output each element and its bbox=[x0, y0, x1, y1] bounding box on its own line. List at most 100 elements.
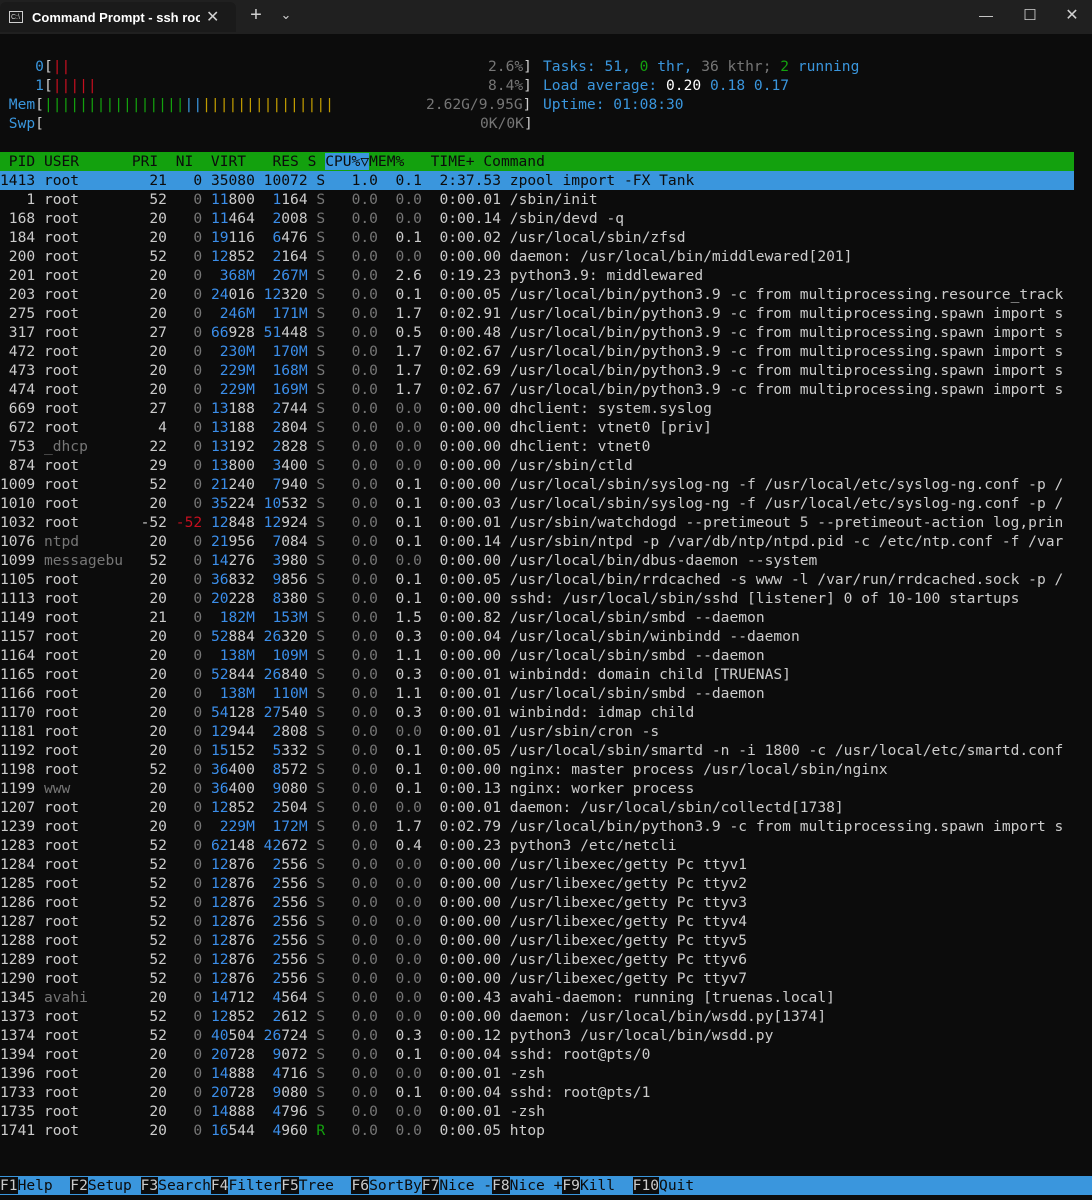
fkey-label[interactable]: Nice - bbox=[439, 1177, 492, 1194]
process-row[interactable]: 275 root 20 0 246M 171M S 0.0 1.7 0:02.9… bbox=[0, 304, 1064, 323]
process-row[interactable]: 1283 root 52 0 62148 42672 S 0.0 0.4 0:0… bbox=[0, 836, 677, 855]
process-row[interactable]: 1207 root 20 0 12852 2504 S 0.0 0.0 0:00… bbox=[0, 798, 844, 817]
process-row[interactable]: 1032 root -52 -52 12848 12924 S 0.0 0.1 … bbox=[0, 513, 1063, 532]
process-row[interactable]: 1396 root 20 0 14888 4716 S 0.0 0.0 0:00… bbox=[0, 1064, 545, 1083]
process-row[interactable]: 1165 root 20 0 52844 26840 S 0.0 0.3 0:0… bbox=[0, 665, 791, 684]
process-row[interactable]: 1413 root 21 0 35080 10072 S 1.0 0.1 2:3… bbox=[0, 171, 1074, 190]
new-tab-button[interactable]: + bbox=[244, 0, 268, 30]
terminal-tab[interactable]: C:\ Command Prompt - ssh root@ ✕ bbox=[0, 2, 236, 32]
process-row[interactable]: 200 root 52 0 12852 2164 S 0.0 0.0 0:00.… bbox=[0, 247, 853, 266]
mem-size-value: 13800 bbox=[210, 457, 255, 474]
minimize-button[interactable]: — bbox=[966, 0, 1006, 30]
process-nice: 0 bbox=[175, 362, 203, 379]
maximize-button[interactable]: ☐ bbox=[1010, 0, 1050, 30]
mem-size-value: 246M bbox=[219, 305, 255, 322]
col-pid[interactable] bbox=[0, 153, 9, 170]
col-command[interactable]: Command bbox=[483, 153, 545, 170]
process-row[interactable]: 753 _dhcp 22 0 13192 2828 S 0.0 0.0 0:00… bbox=[0, 437, 651, 456]
process-row[interactable]: 1076 ntpd 20 0 21956 7084 S 0.0 0.1 0:00… bbox=[0, 532, 1063, 551]
process-row[interactable]: 1290 root 52 0 12876 2556 S 0.0 0.0 0:00… bbox=[0, 969, 747, 988]
fkey-f2[interactable]: F2 bbox=[70, 1177, 88, 1194]
process-pid: 1413 bbox=[0, 172, 36, 189]
process-row[interactable]: 1374 root 52 0 40504 26724 S 0.0 0.3 0:0… bbox=[0, 1026, 773, 1045]
process-row[interactable]: 472 root 20 0 230M 170M S 0.0 1.7 0:02.6… bbox=[0, 342, 1064, 361]
process-row[interactable]: 1394 root 20 0 20728 9072 S 0.0 0.1 0:00… bbox=[0, 1045, 650, 1064]
process-row[interactable]: 1239 root 20 0 229M 172M S 0.0 1.7 0:02.… bbox=[0, 817, 1063, 836]
col-ni[interactable]: NI bbox=[176, 153, 194, 170]
process-row[interactable]: 1198 root 52 0 36400 8572 S 0.0 0.1 0:00… bbox=[0, 760, 888, 779]
fkey-f3[interactable]: F3 bbox=[140, 1177, 159, 1194]
fkey-f9[interactable]: F9 bbox=[562, 1177, 580, 1194]
process-row[interactable]: 1099 messagebu 52 0 14276 3980 S 0.0 0.0… bbox=[0, 551, 817, 570]
process-row[interactable]: 317 root 27 0 66928 51448 S 0.0 0.5 0:00… bbox=[0, 323, 1064, 342]
process-row[interactable]: 1157 root 20 0 52884 26320 S 0.0 0.3 0:0… bbox=[0, 627, 800, 646]
fkey-label[interactable]: Kill bbox=[580, 1177, 633, 1194]
col-cpu-sorted[interactable]: CPU%▽ bbox=[325, 153, 370, 170]
fkey-label[interactable]: Tree bbox=[299, 1177, 352, 1194]
process-row[interactable]: 1735 root 20 0 14888 4796 S 0.0 0.0 0:00… bbox=[0, 1102, 545, 1121]
fkey-f10[interactable]: F10 bbox=[632, 1177, 660, 1194]
fkey-f1[interactable]: F1 bbox=[0, 1177, 18, 1194]
col-pid-label[interactable]: PID bbox=[9, 153, 35, 170]
process-row[interactable]: 669 root 27 0 13188 2744 S 0.0 0.0 0:00.… bbox=[0, 399, 712, 418]
fkey-label[interactable]: Setup bbox=[88, 1177, 141, 1194]
fkey-label[interactable]: SortBy bbox=[369, 1177, 422, 1194]
process-nice: 0 bbox=[175, 647, 203, 664]
process-priority: 29 bbox=[131, 457, 167, 474]
col-res[interactable]: RES bbox=[272, 153, 298, 170]
process-row[interactable]: 1741 root 20 0 16544 4960 R 0.0 0.0 0:00… bbox=[0, 1121, 545, 1140]
fkey-f5[interactable]: F5 bbox=[281, 1177, 299, 1194]
process-cpu: 0.0 bbox=[334, 951, 378, 968]
process-row[interactable]: 1287 root 52 0 12876 2556 S 0.0 0.0 0:00… bbox=[0, 912, 747, 931]
mem-size-value: 9856 bbox=[272, 571, 308, 588]
process-row[interactable]: 474 root 20 0 229M 169M S 0.0 1.7 0:02.6… bbox=[0, 380, 1064, 399]
process-row[interactable]: 1170 root 20 0 54128 27540 S 0.0 0.3 0:0… bbox=[0, 703, 694, 722]
process-row[interactable]: 473 root 20 0 229M 168M S 0.0 1.7 0:02.6… bbox=[0, 361, 1064, 380]
close-window-button[interactable]: ✕ bbox=[1052, 0, 1092, 30]
process-row[interactable]: 1285 root 52 0 12876 2556 S 0.0 0.0 0:00… bbox=[0, 874, 747, 893]
col-mem[interactable]: MEM% bbox=[369, 153, 404, 170]
process-row[interactable]: 1373 root 52 0 12852 2612 S 0.0 0.0 0:00… bbox=[0, 1007, 826, 1026]
process-command: daemon: /usr/local/bin/wsdd.py[1374] bbox=[509, 1008, 827, 1025]
process-row[interactable]: 203 root 20 0 24016 12320 S 0.0 0.1 0:00… bbox=[0, 285, 1064, 304]
process-row[interactable]: 1166 root 20 0 138M 110M S 0.0 1.1 0:00.… bbox=[0, 684, 765, 703]
process-row[interactable]: 1192 root 20 0 15152 5332 S 0.0 0.1 0:00… bbox=[0, 741, 1063, 760]
fkey-f4[interactable]: F4 bbox=[210, 1177, 229, 1194]
process-row[interactable]: 1 root 52 0 11800 1164 S 0.0 0.0 0:00.01… bbox=[0, 190, 597, 209]
fkey-label[interactable]: Filter bbox=[228, 1177, 281, 1194]
process-row[interactable]: 1113 root 20 0 20228 8380 S 0.0 0.1 0:00… bbox=[0, 589, 1019, 608]
process-row[interactable]: 201 root 20 0 368M 267M S 0.0 2.6 0:19.2… bbox=[0, 266, 703, 285]
process-time: 0:00.00 bbox=[430, 457, 501, 474]
process-row[interactable]: 184 root 20 0 19116 6476 S 0.0 0.1 0:00.… bbox=[0, 228, 686, 247]
process-row[interactable]: 168 root 20 0 11464 2008 S 0.0 0.0 0:00.… bbox=[0, 209, 624, 228]
process-row[interactable]: 1009 root 52 0 21240 7940 S 0.0 0.1 0:00… bbox=[0, 475, 1063, 494]
col-time[interactable]: TIME+ bbox=[431, 153, 475, 170]
process-row[interactable]: 1288 root 52 0 12876 2556 S 0.0 0.0 0:00… bbox=[0, 931, 747, 950]
fkey-f7[interactable]: F7 bbox=[421, 1177, 440, 1194]
process-row[interactable]: 1733 root 20 0 20728 9080 S 0.0 0.1 0:00… bbox=[0, 1083, 650, 1102]
chevron-down-icon[interactable]: ⌄ bbox=[274, 0, 298, 30]
fkey-label[interactable]: Help bbox=[18, 1177, 71, 1194]
fkey-label[interactable]: Nice + bbox=[510, 1177, 563, 1194]
process-row[interactable]: 1199 www 20 0 36400 9080 S 0.0 0.1 0:00.… bbox=[0, 779, 694, 798]
close-tab-icon[interactable]: ✕ bbox=[206, 7, 219, 27]
process-row[interactable]: 1164 root 20 0 138M 109M S 0.0 1.1 0:00.… bbox=[0, 646, 765, 665]
process-row[interactable]: 1010 root 20 0 35224 10532 S 0.0 0.1 0:0… bbox=[0, 494, 1063, 513]
fkey-f6[interactable]: F6 bbox=[351, 1177, 370, 1194]
col-virt[interactable]: VIRT bbox=[211, 153, 246, 170]
col-user[interactable]: USER bbox=[44, 153, 79, 170]
process-row[interactable]: 1105 root 20 0 36832 9856 S 0.0 0.1 0:00… bbox=[0, 570, 1063, 589]
process-row[interactable]: 1289 root 52 0 12876 2556 S 0.0 0.0 0:00… bbox=[0, 950, 747, 969]
process-row[interactable]: 672 root 4 0 13188 2804 S 0.0 0.0 0:00.0… bbox=[0, 418, 712, 437]
process-row[interactable]: 1284 root 52 0 12876 2556 S 0.0 0.0 0:00… bbox=[0, 855, 747, 874]
process-row[interactable]: 1149 root 21 0 182M 153M S 0.0 1.5 0:00.… bbox=[0, 608, 765, 627]
process-row[interactable]: 874 root 29 0 13800 3400 S 0.0 0.0 0:00.… bbox=[0, 456, 633, 475]
fkey-label[interactable]: Search bbox=[158, 1177, 211, 1194]
process-row[interactable]: 1286 root 52 0 12876 2556 S 0.0 0.0 0:00… bbox=[0, 893, 747, 912]
process-row[interactable]: 1345 avahi 20 0 14712 4564 S 0.0 0.0 0:0… bbox=[0, 988, 835, 1007]
process-row[interactable]: 1181 root 20 0 12944 2808 S 0.0 0.0 0:00… bbox=[0, 722, 659, 741]
fkey-label[interactable]: Quit bbox=[659, 1177, 712, 1194]
fkey-f8[interactable]: F8 bbox=[492, 1177, 510, 1194]
col-pri[interactable]: PRI bbox=[132, 153, 158, 170]
process-time: 0:00.05 bbox=[430, 571, 501, 588]
